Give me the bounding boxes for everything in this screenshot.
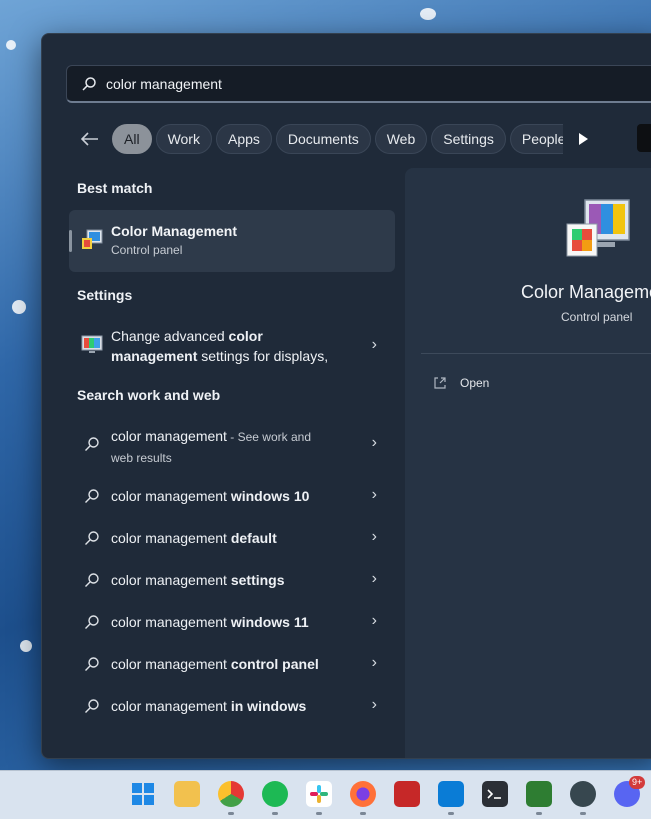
web-result-text: color management <box>111 656 231 672</box>
web-result-bold: in windows <box>230 698 307 714</box>
filter-chip-people[interactable]: People <box>509 124 563 154</box>
running-indicator <box>316 812 322 815</box>
web-result-text: color management <box>111 698 231 714</box>
web-result-item[interactable]: color management settings › <box>69 570 395 590</box>
web-result-bold: default <box>230 530 277 546</box>
chevron-right-icon: › <box>371 570 377 587</box>
filter-bar: All Work Apps Documents Web Settings Peo… <box>76 123 591 155</box>
account-button[interactable] <box>637 124 651 152</box>
running-indicator <box>360 812 366 815</box>
web-result-text: color management <box>111 614 231 630</box>
web-result-item[interactable]: color management windows 11 › <box>69 612 395 632</box>
web-result-item[interactable]: color management control panel › <box>69 654 395 674</box>
settings-text-post: settings for displays, <box>197 348 329 364</box>
chevron-right-icon: › <box>371 612 377 629</box>
search-icon <box>85 573 99 587</box>
chevron-right-icon: › <box>371 434 377 451</box>
best-match-title: Color Management <box>111 223 238 239</box>
filter-chip-work[interactable]: Work <box>155 124 212 154</box>
audio-app-icon[interactable] <box>570 781 596 807</box>
web-result-note: - See work and <box>226 430 311 444</box>
web-result-text: color management <box>111 428 227 444</box>
running-indicator <box>580 812 586 815</box>
wallpaper-snow <box>6 40 16 50</box>
chevron-right-icon: › <box>371 336 377 353</box>
start-menu: All Work Apps Documents Web Settings Peo… <box>41 33 651 759</box>
scroll-right-icon[interactable] <box>575 131 591 147</box>
search-web-heading: Search work and web <box>77 387 221 403</box>
search-icon <box>85 437 99 451</box>
web-result-item[interactable]: color management in windows › <box>69 696 395 716</box>
search-input[interactable] <box>104 66 648 102</box>
wallpaper-snow <box>420 8 436 20</box>
filter-chip-settings[interactable]: Settings <box>431 124 506 154</box>
slack-icon[interactable] <box>306 781 332 807</box>
monitor-icon <box>81 335 103 353</box>
search-icon <box>85 699 99 713</box>
preview-title: Color Management <box>521 282 651 302</box>
web-result-item[interactable]: color management default › <box>69 528 395 548</box>
settings-text-bold2: management <box>111 348 198 364</box>
web-result-bold: control panel <box>230 656 319 672</box>
running-indicator <box>228 812 234 815</box>
web-result-note2: web results <box>111 451 172 465</box>
web-result-text: color management <box>111 530 231 546</box>
search-icon <box>85 615 99 629</box>
best-match-subtitle: Control panel <box>111 243 183 257</box>
web-result-text: color management <box>111 488 231 504</box>
color-management-icon <box>82 229 103 249</box>
search-icon <box>82 77 96 91</box>
settings-text-bold1: color <box>228 328 263 344</box>
web-result-text: color management <box>111 572 231 588</box>
best-match-item[interactable]: Color Management Control panel <box>69 210 395 272</box>
back-arrow-icon[interactable] <box>76 125 104 153</box>
running-indicator <box>272 812 278 815</box>
filter-chip-apps[interactable]: Apps <box>215 124 272 154</box>
wallpaper-snow <box>20 640 32 652</box>
running-indicator <box>536 812 542 815</box>
color-management-large-icon <box>566 199 630 257</box>
running-indicator <box>448 812 454 815</box>
best-match-heading: Best match <box>77 180 153 196</box>
web-result-bold: windows 10 <box>230 488 310 504</box>
settings-text-pre: Change advanced <box>111 328 229 344</box>
chevron-right-icon: › <box>371 528 377 545</box>
chevron-right-icon: › <box>371 696 377 713</box>
open-action[interactable]: Open <box>433 376 489 390</box>
settings-heading: Settings <box>77 287 133 303</box>
windows-logo-icon <box>132 783 154 805</box>
taskbar: 9+ <box>0 770 651 819</box>
spotify-icon[interactable] <box>262 781 288 807</box>
web-result-bold: settings <box>230 572 285 588</box>
selection-indicator <box>69 230 72 252</box>
start-button[interactable] <box>130 781 156 807</box>
wallpaper-snow <box>12 300 26 314</box>
search-box[interactable] <box>66 65 651 103</box>
terminal-icon[interactable] <box>482 781 508 807</box>
firefox-icon[interactable] <box>350 781 376 807</box>
open-external-icon <box>434 377 446 389</box>
file-explorer-icon[interactable] <box>174 781 200 807</box>
filter-chip-web[interactable]: Web <box>374 124 428 154</box>
web-result-item[interactable]: color management - See work and web resu… <box>69 424 395 466</box>
chevron-right-icon: › <box>371 654 377 671</box>
monitor-app-icon[interactable] <box>526 781 552 807</box>
search-icon <box>85 489 99 503</box>
search-icon <box>85 531 99 545</box>
settings-result-item[interactable]: Change advanced color management setting… <box>69 324 395 368</box>
search-icon <box>85 657 99 671</box>
chrome-icon[interactable] <box>218 781 244 807</box>
divider <box>421 353 651 354</box>
notification-badge: 9+ <box>629 776 646 789</box>
app-red-icon[interactable] <box>394 781 420 807</box>
preview-subtitle: Control panel <box>561 310 633 324</box>
preview-pane: Color Management Control panel Open <box>405 168 651 758</box>
chevron-right-icon: › <box>371 486 377 503</box>
vscode-icon[interactable] <box>438 781 464 807</box>
web-result-item[interactable]: color management windows 10 › <box>69 486 395 506</box>
filter-chip-documents[interactable]: Documents <box>275 124 371 154</box>
open-label: Open <box>460 376 490 390</box>
web-result-bold: windows 11 <box>230 614 309 630</box>
filter-chip-all[interactable]: All <box>112 124 152 154</box>
